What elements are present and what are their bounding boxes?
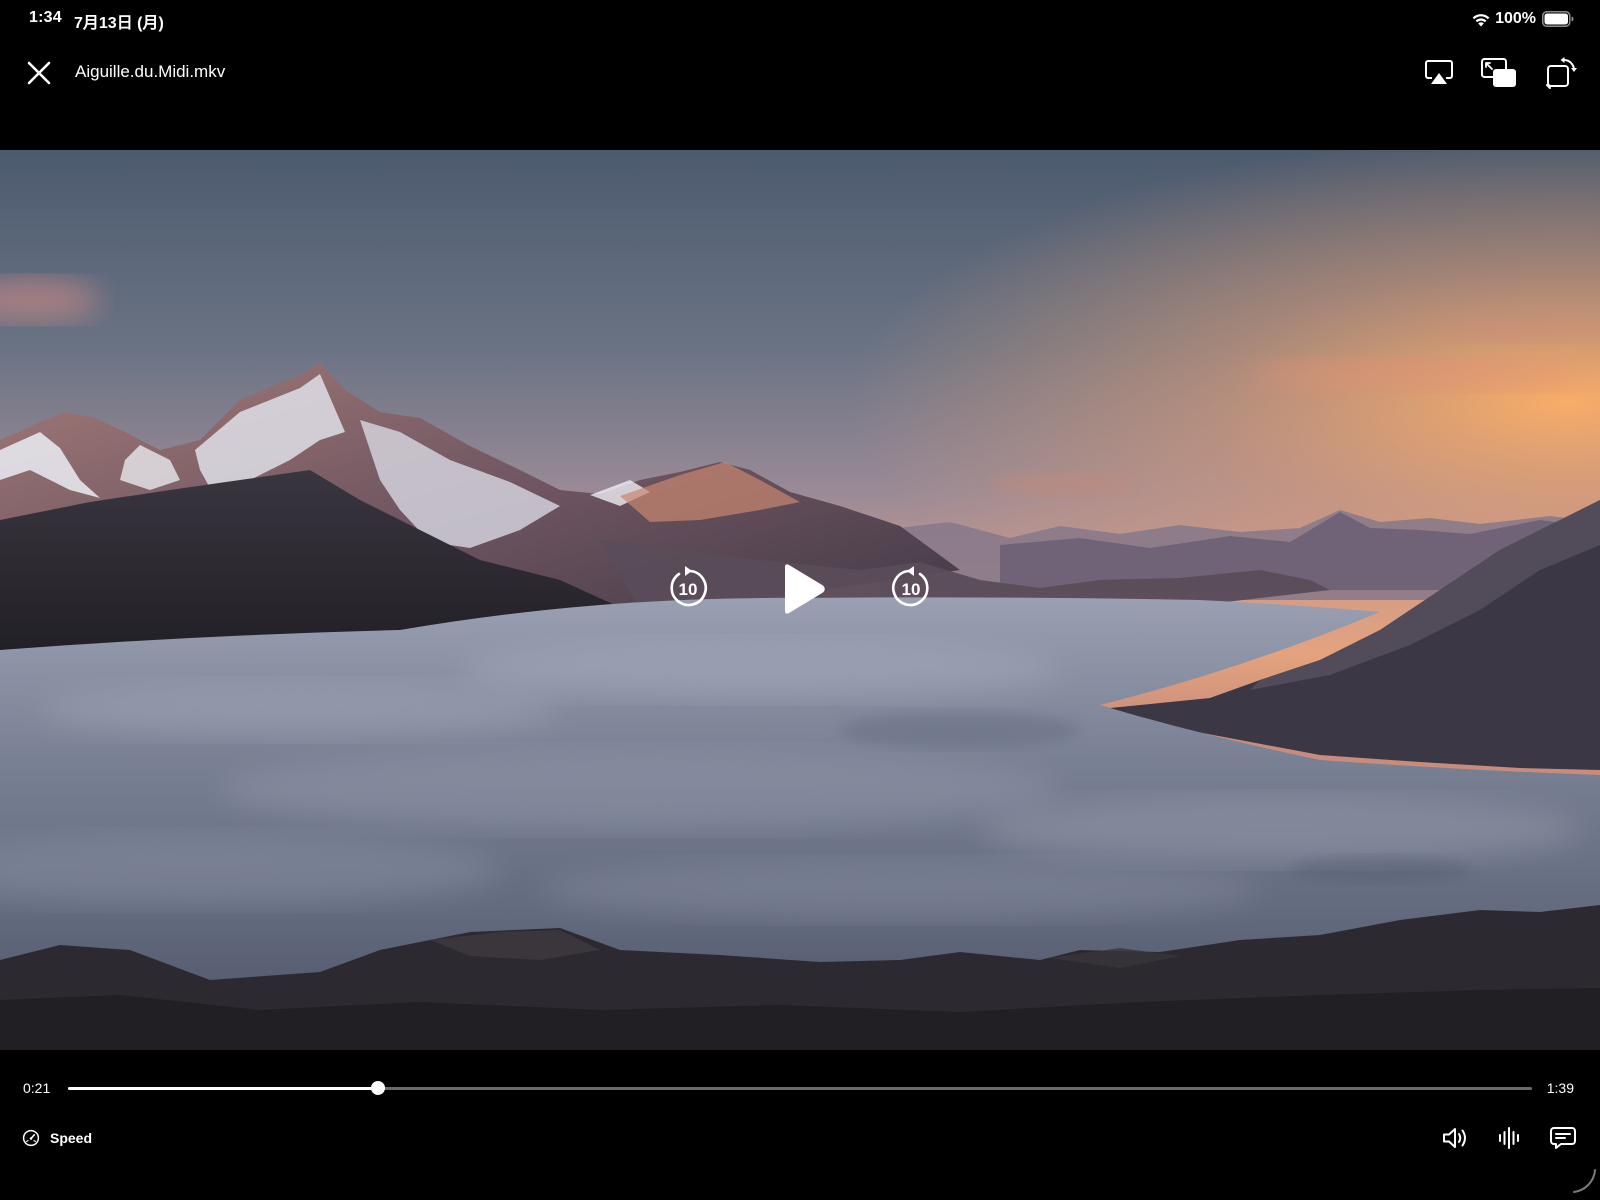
skip-back-button[interactable]: 10 xyxy=(666,566,710,610)
speed-label: Speed xyxy=(50,1130,93,1146)
skip-back-10-icon: 10 xyxy=(670,566,707,607)
airplay-button[interactable] xyxy=(1419,54,1459,92)
audio-track-button[interactable] xyxy=(1494,1122,1526,1154)
resize-handle-icon xyxy=(1573,1169,1596,1193)
wifi-icon xyxy=(1472,14,1490,27)
video-frame[interactable]: 10 10 xyxy=(0,150,1600,1050)
skip-back-label: 10 xyxy=(679,580,698,599)
center-controls: 10 10 xyxy=(0,150,1600,1050)
rotate-screen-button[interactable] xyxy=(1541,54,1581,92)
subtitles-button[interactable] xyxy=(1547,1122,1579,1154)
speed-button[interactable]: Speed xyxy=(22,1126,92,1150)
scrubber-thumb[interactable] xyxy=(371,1081,386,1095)
skip-forward-label: 10 xyxy=(902,580,921,599)
status-time: 1:34 xyxy=(29,9,62,26)
battery-icon xyxy=(1542,11,1574,27)
close-button[interactable] xyxy=(22,56,56,90)
picture-in-picture-icon xyxy=(1481,58,1516,87)
speedometer-icon xyxy=(22,1129,40,1147)
video-title: Aiguille.du.Midi.mkv xyxy=(75,62,226,81)
status-bar: 1:34 7月13日 (月) 100% xyxy=(0,0,1600,38)
current-time: 0:21 xyxy=(23,1080,51,1096)
close-icon xyxy=(27,61,51,85)
subtitles-icon xyxy=(1550,1127,1576,1149)
audio-waveform-icon xyxy=(1499,1127,1519,1149)
volume-button[interactable] xyxy=(1440,1122,1472,1154)
video-player-screen: 1:34 7月13日 (月) 100% Aiguille.du.Midi.mkv xyxy=(0,0,1600,1200)
skip-forward-button[interactable]: 10 xyxy=(889,566,933,610)
status-indicators: 100% xyxy=(1471,8,1574,30)
battery-percentage: 100% xyxy=(1495,10,1536,27)
play-button[interactable] xyxy=(778,562,828,616)
progress-scrubber[interactable] xyxy=(68,1076,1532,1100)
airplay-icon xyxy=(1425,60,1453,84)
volume-icon xyxy=(1443,1128,1466,1148)
play-icon xyxy=(785,564,825,614)
status-date: 7月13日 (月) xyxy=(74,15,164,32)
rotate-screen-icon xyxy=(1546,57,1577,89)
total-time: 1:39 xyxy=(1546,1080,1574,1096)
skip-forward-10-icon: 10 xyxy=(892,566,929,607)
scrubber-fill xyxy=(68,1087,379,1090)
picture-in-picture-button[interactable] xyxy=(1479,54,1519,92)
